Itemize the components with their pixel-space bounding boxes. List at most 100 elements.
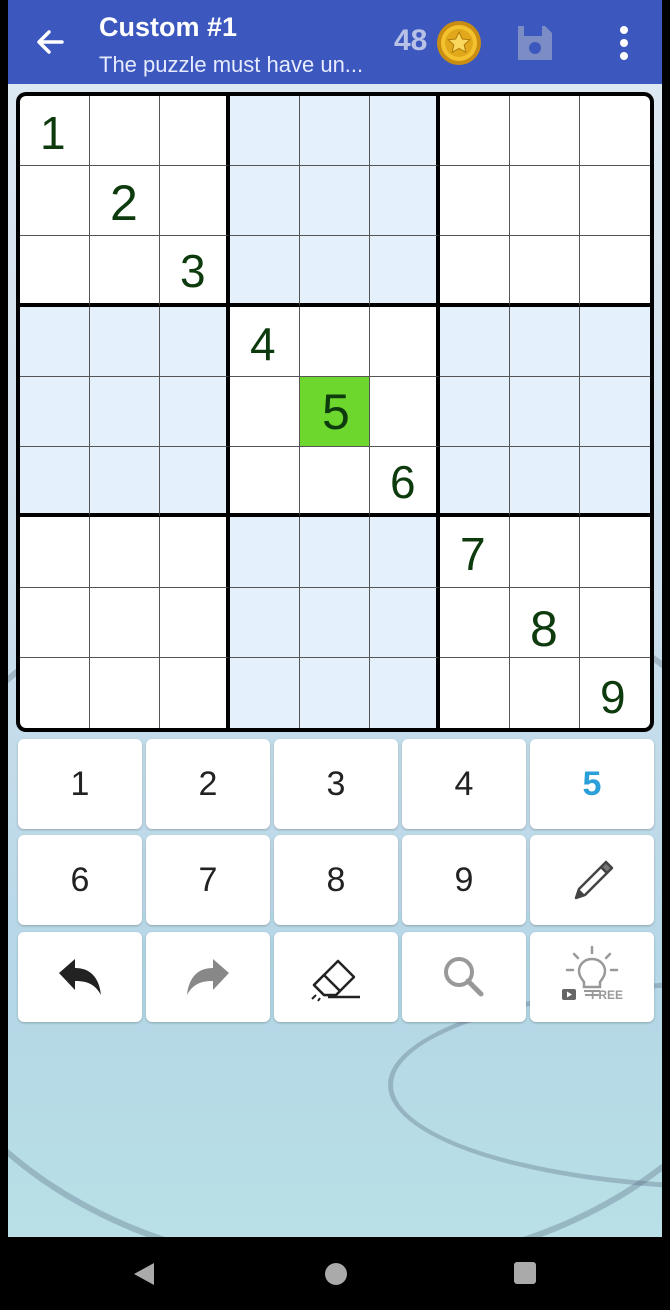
digit-key-8[interactable]: 8 — [274, 835, 398, 925]
sudoku-cell-r4c6[interactable] — [370, 306, 440, 377]
sudoku-cell-r3c1[interactable] — [20, 236, 90, 307]
sudoku-cell-r5c6[interactable] — [370, 376, 440, 448]
coin-count[interactable]: 48 — [394, 24, 427, 58]
sudoku-cell-r4c9[interactable] — [580, 306, 650, 377]
sudoku-cell-r1c6[interactable] — [370, 96, 440, 167]
digit-key-2[interactable]: 2 — [146, 739, 270, 829]
sudoku-cell-r2c6[interactable] — [370, 166, 440, 237]
sudoku-cell-r7c8[interactable] — [510, 517, 580, 588]
sudoku-cell-r7c7[interactable]: 7 — [440, 517, 510, 588]
sudoku-cell-r8c4[interactable] — [230, 587, 300, 658]
sudoku-cell-r1c1[interactable]: 1 — [20, 96, 90, 167]
sudoku-cell-r9c8[interactable] — [510, 657, 580, 728]
sudoku-cell-r6c6[interactable]: 6 — [370, 447, 440, 518]
sudoku-cell-r6c8[interactable] — [510, 447, 580, 518]
sudoku-cell-r2c2[interactable]: 2 — [90, 166, 160, 237]
sudoku-cell-r4c3[interactable] — [160, 306, 230, 377]
redo-button[interactable] — [146, 932, 270, 1022]
sudoku-cell-r8c1[interactable] — [20, 587, 90, 658]
sudoku-cell-r2c1[interactable] — [20, 166, 90, 237]
sudoku-cell-r9c7[interactable] — [440, 657, 510, 728]
digit-key-1[interactable]: 1 — [18, 739, 142, 829]
sudoku-cell-r4c1[interactable] — [20, 306, 90, 377]
digit-key-3[interactable]: 3 — [274, 739, 398, 829]
coin-icon[interactable] — [436, 20, 482, 66]
sudoku-cell-r9c1[interactable] — [20, 657, 90, 728]
sudoku-cell-r3c2[interactable] — [90, 236, 160, 307]
nav-recents-icon[interactable] — [513, 1261, 537, 1290]
sudoku-cell-r3c3[interactable]: 3 — [160, 236, 230, 307]
sudoku-cell-r8c6[interactable] — [370, 587, 440, 658]
sudoku-cell-r7c6[interactable] — [370, 517, 440, 588]
nav-home-icon[interactable] — [323, 1261, 349, 1292]
sudoku-cell-r8c5[interactable] — [300, 587, 370, 658]
sudoku-cell-r4c4[interactable]: 4 — [230, 306, 300, 377]
save-icon[interactable] — [514, 22, 556, 64]
sudoku-cell-r4c5[interactable] — [300, 306, 370, 377]
sudoku-cell-r7c2[interactable] — [90, 517, 160, 588]
sudoku-cell-r7c1[interactable] — [20, 517, 90, 588]
sudoku-cell-r7c4[interactable] — [230, 517, 300, 588]
sudoku-cell-r6c5[interactable] — [300, 447, 370, 518]
sudoku-cell-r1c2[interactable] — [90, 96, 160, 167]
sudoku-cell-r3c4[interactable] — [230, 236, 300, 307]
sudoku-cell-r5c3[interactable] — [160, 376, 230, 448]
sudoku-cell-r9c4[interactable] — [230, 657, 300, 728]
sudoku-cell-r9c9[interactable]: 9 — [580, 657, 650, 728]
sudoku-cell-r4c2[interactable] — [90, 306, 160, 377]
nav-back-icon[interactable] — [132, 1261, 156, 1292]
sudoku-cell-r1c4[interactable] — [230, 96, 300, 167]
sudoku-cell-r3c8[interactable] — [510, 236, 580, 307]
sudoku-cell-r7c5[interactable] — [300, 517, 370, 588]
sudoku-cell-r3c6[interactable] — [370, 236, 440, 307]
sudoku-cell-r2c3[interactable] — [160, 166, 230, 237]
sudoku-cell-r5c7[interactable] — [440, 376, 510, 448]
sudoku-cell-r9c3[interactable] — [160, 657, 230, 728]
sudoku-cell-r6c9[interactable] — [580, 447, 650, 518]
digit-key-6[interactable]: 6 — [18, 835, 142, 925]
sudoku-cell-r1c8[interactable] — [510, 96, 580, 167]
sudoku-cell-r8c2[interactable] — [90, 587, 160, 658]
sudoku-cell-r6c7[interactable] — [440, 447, 510, 518]
sudoku-cell-r6c2[interactable] — [90, 447, 160, 518]
sudoku-cell-r3c5[interactable] — [300, 236, 370, 307]
sudoku-cell-r3c7[interactable] — [440, 236, 510, 307]
sudoku-cell-r5c9[interactable] — [580, 376, 650, 448]
sudoku-cell-r8c3[interactable] — [160, 587, 230, 658]
sudoku-cell-r6c3[interactable] — [160, 447, 230, 518]
sudoku-cell-r5c2[interactable] — [90, 376, 160, 448]
sudoku-cell-r6c1[interactable] — [20, 447, 90, 518]
search-button[interactable] — [402, 932, 526, 1022]
sudoku-cell-r9c5[interactable] — [300, 657, 370, 728]
sudoku-cell-r6c4[interactable] — [230, 447, 300, 518]
sudoku-cell-r1c3[interactable] — [160, 96, 230, 167]
sudoku-cell-r1c9[interactable] — [580, 96, 650, 167]
sudoku-cell-r5c5[interactable]: 5 — [300, 376, 370, 448]
sudoku-cell-r8c8[interactable]: 8 — [510, 587, 580, 658]
erase-button[interactable] — [274, 932, 398, 1022]
sudoku-cell-r9c6[interactable] — [370, 657, 440, 728]
sudoku-cell-r3c9[interactable] — [580, 236, 650, 307]
sudoku-cell-r4c7[interactable] — [440, 306, 510, 377]
sudoku-cell-r7c9[interactable] — [580, 517, 650, 588]
sudoku-cell-r8c9[interactable] — [580, 587, 650, 658]
more-vert-icon[interactable] — [604, 22, 644, 64]
pencil-button[interactable] — [530, 835, 654, 925]
digit-key-5[interactable]: 5 — [530, 739, 654, 829]
digit-key-7[interactable]: 7 — [146, 835, 270, 925]
digit-key-4[interactable]: 4 — [402, 739, 526, 829]
sudoku-cell-r2c8[interactable] — [510, 166, 580, 237]
arrow-back-icon[interactable] — [30, 22, 70, 62]
sudoku-cell-r5c4[interactable] — [230, 376, 300, 448]
sudoku-cell-r1c5[interactable] — [300, 96, 370, 167]
sudoku-cell-r2c5[interactable] — [300, 166, 370, 237]
hint-button[interactable]: FREE — [530, 932, 654, 1022]
sudoku-cell-r5c1[interactable] — [20, 376, 90, 448]
digit-key-9[interactable]: 9 — [402, 835, 526, 925]
sudoku-cell-r9c2[interactable] — [90, 657, 160, 728]
sudoku-cell-r4c8[interactable] — [510, 306, 580, 377]
sudoku-cell-r2c9[interactable] — [580, 166, 650, 237]
sudoku-cell-r2c7[interactable] — [440, 166, 510, 237]
sudoku-cell-r5c8[interactable] — [510, 376, 580, 448]
sudoku-cell-r8c7[interactable] — [440, 587, 510, 658]
